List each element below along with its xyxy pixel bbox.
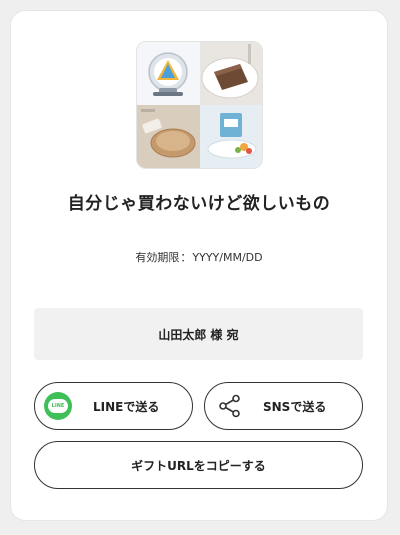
recipient-honorific: 様 宛 <box>210 327 239 342</box>
gift-title: 自分じゃ買わないけど欲しいもの <box>67 194 331 214</box>
send-via-sns-button[interactable]: SNSで送る <box>204 382 363 430</box>
copy-gift-url-label: ギフトURLをコピーする <box>131 458 266 473</box>
send-via-line-button[interactable]: LINE LINEで送る <box>34 382 193 430</box>
expiry-value: YYYY/MM/DD <box>192 251 263 264</box>
send-via-line-label: LINEで送る <box>93 399 160 414</box>
product-image-food-box <box>199 105 262 168</box>
expiry-separator: ： <box>180 251 192 264</box>
expiry-date: 有効期限：YYYY/MM/DD <box>11 249 387 265</box>
recipient-name: 山田太郎 <box>158 327 207 342</box>
gift-card: 自分じゃ買わないけど欲しいもの 有効期限：YYYY/MM/DD 山田太郎 様 宛… <box>11 11 387 520</box>
line-icon-text: LINE <box>48 399 68 413</box>
copy-gift-url-button[interactable]: ギフトURLをコピーする <box>34 441 363 489</box>
product-image-cake <box>199 42 262 105</box>
product-image-tumbler <box>137 42 200 105</box>
line-icon: LINE <box>44 392 72 420</box>
send-via-sns-label: SNSで送る <box>263 399 327 414</box>
recipient-box: 山田太郎 様 宛 <box>34 308 363 360</box>
product-image-tea-set <box>137 105 200 168</box>
product-thumbnail-collage <box>136 41 263 169</box>
expiry-label: 有効期限 <box>135 251 180 264</box>
share-icon <box>219 394 240 418</box>
